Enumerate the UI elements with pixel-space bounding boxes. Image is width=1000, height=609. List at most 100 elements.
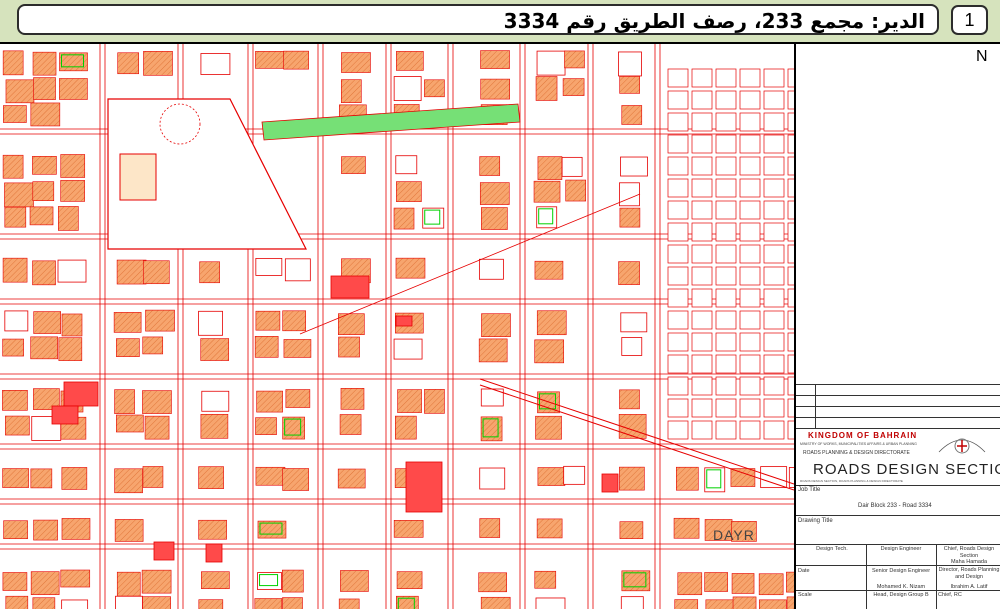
built-parcel: [676, 466, 699, 491]
empty-parcel: [620, 156, 648, 177]
built-parcel: [282, 416, 305, 440]
built-parcel: [2, 572, 28, 591]
grid-parcel: [691, 288, 713, 308]
grid-parcel: [739, 266, 761, 286]
built-parcel: [340, 388, 365, 410]
built-parcel: [340, 79, 362, 103]
built-parcel: [114, 389, 135, 414]
built-parcel: [479, 182, 510, 205]
grid-parcel: [667, 310, 689, 330]
built-parcel: [535, 76, 558, 101]
grid-parcel: [763, 156, 785, 176]
built-parcel: [61, 313, 83, 337]
empty-parcel: [422, 207, 445, 229]
grid-parcel: [667, 68, 689, 88]
built-parcel: [117, 52, 139, 75]
grid-parcel: [667, 200, 689, 220]
grid-parcel: [715, 90, 737, 110]
built-parcel: [2, 257, 28, 283]
built-parcel: [341, 156, 366, 174]
job-title-value: Dair Block 233 - Road 3334: [858, 503, 932, 509]
built-parcel: [59, 78, 88, 100]
design-tech-label: Design Tech.: [816, 546, 848, 552]
grid-parcel: [715, 310, 737, 330]
built-parcel: [3, 520, 28, 540]
drawing-title-top-line: [796, 515, 1000, 516]
built-parcel: [481, 207, 508, 230]
grid-parcel: [667, 156, 689, 176]
grid-parcel: [763, 376, 785, 396]
built-parcel: [395, 257, 426, 279]
built-parcel: [114, 519, 144, 542]
built-parcel: [619, 389, 640, 410]
grid-parcel: [715, 156, 737, 176]
highlighted-parcel: [601, 473, 619, 493]
empty-parcel: [619, 182, 640, 207]
built-parcel: [200, 338, 230, 361]
empty-parcel: [115, 595, 143, 609]
grid-parcel: [763, 288, 785, 308]
empty-parcel: [620, 312, 648, 333]
highlighted-parcel: [330, 275, 370, 299]
built-parcel: [58, 206, 79, 231]
built-parcel: [33, 519, 58, 541]
chief-name: Maha Hamada: [950, 559, 988, 565]
empty-parcel: [535, 597, 566, 609]
built-parcel: [32, 51, 57, 76]
built-parcel: [200, 413, 229, 439]
grid-parcel: [667, 134, 689, 154]
built-parcel: [30, 102, 61, 127]
chief-rc-label: Chief, RC: [938, 592, 962, 598]
empty-parcel: [621, 337, 643, 356]
empty-parcel: [393, 76, 422, 101]
built-parcel: [254, 336, 279, 358]
built-parcel: [142, 260, 170, 285]
empty-parcel: [536, 206, 558, 229]
grid-parcel: [691, 266, 713, 286]
kingdom-title: KINGDOM OF BAHRAIN: [808, 431, 918, 440]
grid-parcel: [691, 200, 713, 220]
grid-parcel: [691, 90, 713, 110]
built-parcel: [339, 414, 362, 435]
built-parcel: [535, 415, 562, 440]
revision-row-line: [796, 395, 1000, 396]
director-label: Director, Roads Planning and Design: [938, 567, 1000, 580]
built-parcel: [565, 179, 587, 202]
built-parcel: [705, 599, 736, 609]
built-parcel: [201, 571, 230, 590]
revision-row-line: [796, 428, 1000, 429]
grid-parcel: [715, 244, 737, 264]
grid-parcel: [667, 332, 689, 352]
highlighted-parcel: [153, 541, 175, 561]
grid-parcel: [763, 332, 785, 352]
grid-parcel: [667, 288, 689, 308]
built-parcel: [198, 466, 224, 489]
job-title-label: Job Title: [798, 487, 821, 493]
built-parcel: [340, 570, 369, 592]
built-parcel: [198, 599, 224, 609]
built-parcel: [5, 595, 29, 609]
built-parcel: [30, 571, 60, 595]
grid-parcel: [691, 156, 713, 176]
built-parcel: [758, 599, 787, 609]
built-parcel: [478, 572, 507, 593]
ministry-logo-icon: [938, 438, 986, 454]
built-parcel: [397, 389, 422, 413]
empty-parcel: [393, 338, 423, 360]
engineer-name: Mohamed K. Nizam: [876, 584, 926, 590]
grid-parcel: [667, 266, 689, 286]
grid-parcel: [763, 420, 785, 440]
grid-parcel: [715, 376, 737, 396]
highlighted-parcel: [205, 543, 223, 563]
grid-parcel: [763, 90, 785, 110]
built-parcel: [116, 338, 140, 357]
built-parcel: [619, 76, 640, 94]
grid-parcel: [691, 222, 713, 242]
built-parcel: [732, 596, 757, 609]
built-parcel: [786, 596, 794, 609]
highlighted-parcel: [63, 381, 99, 407]
grid-parcel: [739, 156, 761, 176]
grid-parcel: [667, 178, 689, 198]
built-parcel: [283, 50, 309, 70]
grid-parcel: [691, 398, 713, 418]
